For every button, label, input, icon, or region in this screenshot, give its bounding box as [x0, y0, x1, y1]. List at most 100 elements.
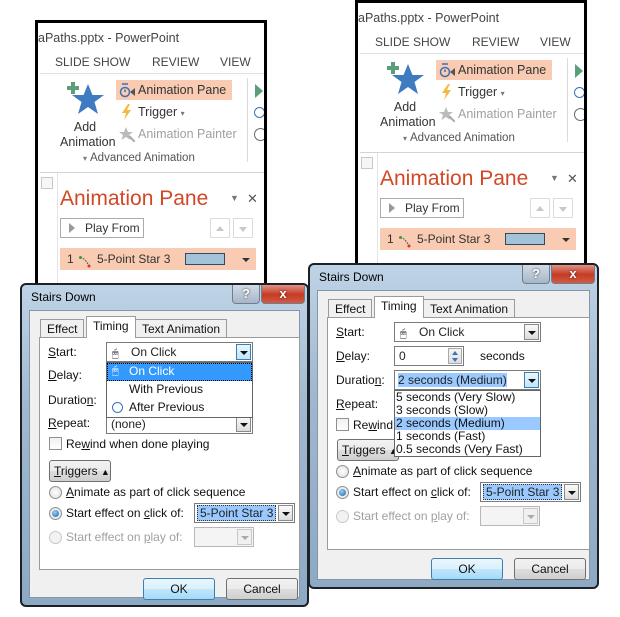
animation-item-name: 5-Point Star 3: [97, 252, 171, 266]
tab-slide-show[interactable]: SLIDE SHOW: [55, 55, 130, 69]
tab-text-animation[interactable]: Text Animation: [423, 299, 516, 318]
start-option[interactable]: 🖱 On Click: [107, 363, 252, 381]
timing-bar[interactable]: [185, 253, 225, 265]
scroll-up-icon[interactable]: [361, 157, 373, 169]
animate-sequence-radio[interactable]: [336, 465, 349, 478]
play-from-button[interactable]: Play From: [380, 198, 464, 218]
timing-panel: Start: Delay: Duration: Repeat: 🖱 On Cli…: [39, 337, 300, 570]
start-select[interactable]: 🖱 On Click: [106, 342, 253, 362]
animation-order-number: 1: [387, 232, 394, 246]
pane-options-icon[interactable]: ▼: [550, 173, 559, 183]
animation-list-item[interactable]: 1 5-Point Star 3: [380, 228, 576, 250]
ribbon: Add Animation ▾ Animation Pane Trigger ▾…: [360, 53, 584, 153]
help-button[interactable]: ?: [522, 265, 550, 284]
vertical-scrollbar[interactable]: [358, 153, 378, 267]
move-up-button[interactable]: [210, 218, 230, 238]
delay-spinner[interactable]: 0: [394, 346, 464, 366]
tab-view[interactable]: VIEW: [220, 55, 251, 69]
chevron-down-icon[interactable]: [524, 324, 539, 340]
play-of-select[interactable]: [194, 527, 254, 547]
animation-list-item[interactable]: 1 5-Point Star 3: [60, 248, 256, 270]
move-down-button[interactable]: [233, 218, 253, 238]
vertical-scrollbar[interactable]: [38, 173, 58, 290]
dialog-body: Effect Timing Text Animation Start: Dela…: [317, 290, 590, 580]
play-of-select[interactable]: [480, 506, 540, 526]
start-option[interactable]: With Previous: [107, 381, 252, 399]
pane-close-icon[interactable]: ✕: [567, 171, 578, 187]
start-on-click-radio[interactable]: [49, 507, 62, 520]
move-down-button[interactable]: [553, 198, 573, 218]
animation-painter-icon: [119, 126, 136, 143]
tab-effect[interactable]: Effect: [328, 299, 373, 318]
move-up-button[interactable]: [530, 198, 550, 218]
start-on-click-radio[interactable]: [336, 486, 349, 499]
dialog-title: Stairs Down: [319, 270, 384, 284]
help-button[interactable]: ?: [232, 285, 260, 304]
preview-play-icon[interactable]: [575, 64, 583, 78]
play-icon: [69, 223, 75, 233]
timing-panel: Start: Delay: Duration: Repeat: 🖱 On Cli…: [327, 317, 590, 550]
spinner-arrows-icon[interactable]: [448, 348, 462, 364]
chevron-down-icon[interactable]: [564, 484, 579, 500]
trigger-button[interactable]: Trigger ▾: [116, 102, 191, 122]
tab-view[interactable]: VIEW: [540, 35, 571, 49]
click-of-select[interactable]: 5-Point Star 3: [194, 503, 295, 523]
click-of-select[interactable]: 5-Point Star 3: [480, 482, 581, 502]
scroll-up-icon[interactable]: [41, 177, 53, 189]
triggers-button[interactable]: Triggers ▲: [337, 439, 399, 461]
start-option[interactable]: After Previous: [107, 399, 252, 417]
preview-play-icon[interactable]: [255, 84, 263, 98]
powerpoint-window-left: aPaths.pptx - PowerPoint SLIDE SHOW REVI…: [35, 20, 267, 290]
chevron-down-icon[interactable]: [236, 416, 251, 432]
chevron-down-icon[interactable]: [237, 529, 252, 545]
tab-review[interactable]: REVIEW: [152, 55, 199, 69]
chevron-down-icon[interactable]: [524, 372, 539, 388]
rewind-checkbox[interactable]: [336, 418, 349, 431]
animation-pane-button[interactable]: Animation Pane: [436, 60, 553, 80]
ok-button[interactable]: OK: [431, 558, 503, 580]
pane-options-icon[interactable]: ▼: [230, 193, 239, 203]
duration-select[interactable]: 2 seconds (Medium): [394, 370, 541, 390]
trigger-button[interactable]: Trigger ▾: [436, 82, 511, 102]
start-on-click-label: Start effect on click of:: [353, 485, 471, 499]
animate-sequence-label: Animate as part of click sequence: [66, 485, 246, 499]
lightning-icon: [119, 104, 135, 120]
ribbon-group-label: Advanced Animation: [410, 132, 515, 144]
chevron-down-icon[interactable]: [523, 508, 538, 524]
close-button[interactable]: x: [551, 265, 595, 284]
tab-effect[interactable]: Effect: [40, 319, 85, 338]
item-dropdown-icon[interactable]: [242, 258, 250, 262]
rewind-checkbox[interactable]: [49, 437, 62, 450]
chevron-down-icon[interactable]: [278, 505, 293, 521]
item-dropdown-icon[interactable]: [562, 238, 570, 242]
start-on-play-radio[interactable]: [49, 531, 62, 544]
powerpoint-window-right: aPaths.pptx - PowerPoint SLIDE SHOW REVI…: [355, 0, 587, 270]
pane-close-icon[interactable]: ✕: [247, 191, 258, 207]
animation-pane-button[interactable]: Animation Pane: [116, 80, 233, 100]
pane-title: Animation Pane: [380, 167, 529, 190]
animate-sequence-radio[interactable]: [49, 486, 62, 499]
cancel-button[interactable]: Cancel: [514, 558, 586, 580]
ok-button[interactable]: OK: [143, 578, 215, 600]
duration-icon: [254, 128, 264, 141]
tab-slide-show[interactable]: SLIDE SHOW: [375, 35, 450, 49]
rewind-label: Rewind when done playing: [66, 437, 210, 451]
animation-pane-icon: [119, 82, 135, 98]
tab-timing[interactable]: Timing: [86, 316, 136, 338]
timing-bar[interactable]: [505, 233, 545, 245]
delay-label: Delay:: [336, 349, 371, 363]
cancel-button[interactable]: Cancel: [226, 578, 298, 600]
play-from-button[interactable]: Play From: [60, 218, 144, 238]
tab-review[interactable]: REVIEW: [472, 35, 519, 49]
tab-text-animation[interactable]: Text Animation: [135, 319, 228, 338]
duration-option[interactable]: 0.5 seconds (Very Fast): [395, 443, 540, 456]
delay-label: Delay:: [48, 368, 83, 382]
tab-timing[interactable]: Timing: [374, 296, 424, 318]
animation-painter-button[interactable]: Animation Painter: [436, 104, 563, 124]
start-on-play-radio[interactable]: [336, 510, 349, 523]
triggers-button[interactable]: Triggers ▲: [49, 460, 111, 482]
close-button[interactable]: x: [261, 285, 305, 304]
animation-painter-button[interactable]: Animation Painter: [116, 124, 243, 144]
start-select[interactable]: 🖱 On Click: [394, 322, 541, 342]
chevron-down-icon[interactable]: [236, 344, 251, 360]
